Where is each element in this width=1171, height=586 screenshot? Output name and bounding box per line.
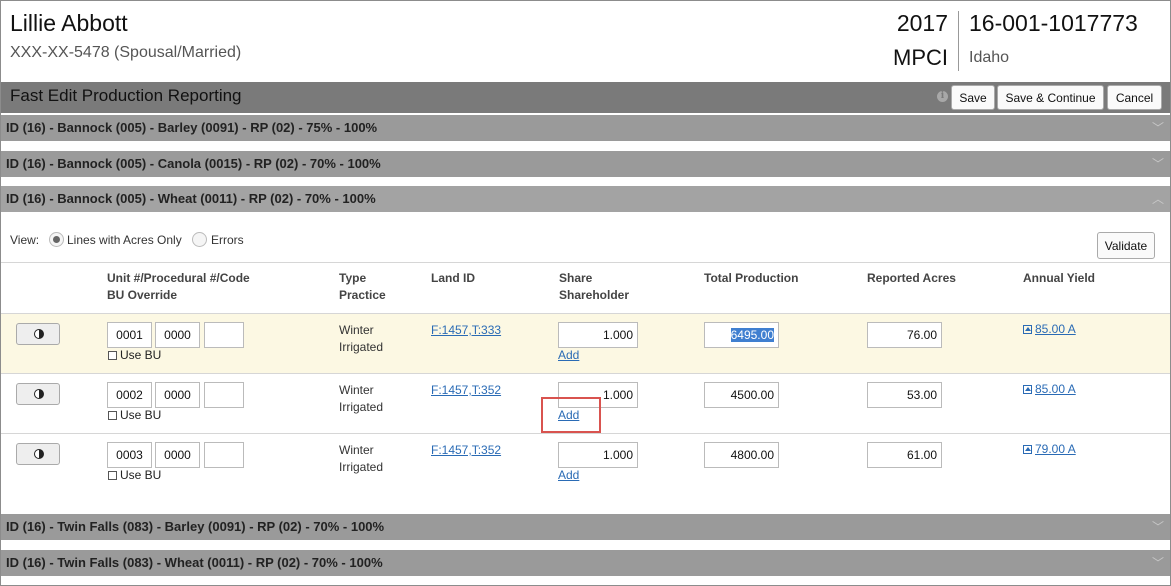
row-practice: Irrigated <box>339 460 384 474</box>
section-label: ID (16) - Twin Falls (083) - Barley (009… <box>6 519 385 534</box>
code-input[interactable] <box>204 382 244 408</box>
view-label: View: <box>10 233 40 247</box>
reported-acres-input[interactable]: 53.00 <box>867 382 942 408</box>
col-total-production: Total Production <box>704 271 799 285</box>
code-input[interactable] <box>204 322 244 348</box>
annual-yield-value: 85.00 A <box>1035 382 1076 396</box>
use-bu-checkbox[interactable] <box>108 471 117 480</box>
reported-acres-input[interactable]: 61.00 <box>867 442 942 468</box>
use-bu-label: Use BU <box>120 408 162 422</box>
col-annual-yield: Annual Yield <box>1023 271 1096 285</box>
share-input[interactable]: 1.000 <box>558 442 638 468</box>
crop-year: 2017 <box>896 10 948 36</box>
radio-errors[interactable] <box>192 232 207 247</box>
info-icon[interactable]: i <box>937 91 948 102</box>
col-bu-override: BU Override <box>107 288 178 302</box>
annual-yield-value: 85.00 A <box>1035 322 1076 336</box>
annotation-highlight-box <box>541 397 601 433</box>
half-circle-icon <box>34 389 44 399</box>
chevron-down-icon: ﹀ <box>1152 121 1165 135</box>
row-practice: Irrigated <box>339 400 384 414</box>
procedural-input[interactable]: 0000 <box>155 442 200 468</box>
section-header-bannock-canola[interactable]: ID (16) - Bannock (005) - Canola (0015) … <box>1 151 1170 177</box>
reported-acres-input[interactable]: 76.00 <box>867 322 942 348</box>
procedural-input[interactable]: 0000 <box>155 322 200 348</box>
radio-lines-with-acres-label: Lines with Acres Only <box>67 233 182 247</box>
up-arrow-box-icon <box>1023 325 1032 334</box>
col-land-id: Land ID <box>431 271 475 285</box>
row-type: Winter <box>339 443 374 457</box>
col-share: Share <box>559 271 593 285</box>
section-label: ID (16) - Bannock (005) - Barley (0091) … <box>6 120 378 135</box>
validate-button[interactable]: Validate <box>1097 232 1155 259</box>
up-arrow-box-icon <box>1023 445 1032 454</box>
chevron-down-icon: ﹀ <box>1152 520 1165 534</box>
cancel-button[interactable]: Cancel <box>1107 85 1162 110</box>
total-production-input[interactable]: 4800.00 <box>704 442 779 468</box>
unit-input[interactable]: 0001 <box>107 322 152 348</box>
customer-ssn: XXX-XX-5478 (Spousal/Married) <box>10 44 242 61</box>
annual-yield-link[interactable]: 79.00 A <box>1023 442 1076 456</box>
total-production-input[interactable]: 6495.00 <box>704 322 779 348</box>
up-arrow-box-icon <box>1023 385 1032 394</box>
half-circle-icon <box>34 449 44 459</box>
use-bu-label: Use BU <box>120 348 162 362</box>
use-bu-label: Use BU <box>120 468 162 482</box>
header-divider <box>958 11 959 71</box>
annual-yield-link[interactable]: 85.00 A <box>1023 322 1076 336</box>
col-shareholder: Shareholder <box>559 288 630 302</box>
row-border <box>1 373 1170 374</box>
procedural-input[interactable]: 0000 <box>155 382 200 408</box>
col-reported-acres: Reported Acres <box>867 271 956 285</box>
total-production-input[interactable]: 4500.00 <box>704 382 779 408</box>
row-toggle-button[interactable] <box>16 443 60 465</box>
customer-name: Lillie Abbott <box>10 10 128 36</box>
row-type: Winter <box>339 383 374 397</box>
section-header-bannock-barley[interactable]: ID (16) - Bannock (005) - Barley (0091) … <box>1 115 1170 141</box>
add-shareholder-link[interactable]: Add <box>558 468 579 482</box>
section-header-twinfalls-wheat[interactable]: ID (16) - Twin Falls (083) - Wheat (0011… <box>1 550 1170 576</box>
section-header-twinfalls-barley[interactable]: ID (16) - Twin Falls (083) - Barley (009… <box>1 514 1170 540</box>
page-title: Fast Edit Production Reporting <box>10 86 242 105</box>
save-continue-button[interactable]: Save & Continue <box>997 85 1104 110</box>
radio-lines-with-acres[interactable] <box>49 232 64 247</box>
annual-yield-value: 79.00 A <box>1035 442 1076 456</box>
policy-number: 16-001-1017773 <box>969 10 1138 36</box>
radio-errors-label: Errors <box>211 233 244 247</box>
use-bu-checkbox[interactable] <box>108 351 117 360</box>
code-input[interactable] <box>204 442 244 468</box>
plan-type: MPCI <box>893 45 948 70</box>
unit-input[interactable]: 0002 <box>107 382 152 408</box>
land-id-link[interactable]: F:1457,T:333 <box>431 323 501 337</box>
section-label: ID (16) - Bannock (005) - Canola (0015) … <box>6 156 381 171</box>
chevron-down-icon: ﹀ <box>1152 157 1165 171</box>
section-label: ID (16) - Bannock (005) - Wheat (0011) -… <box>6 191 376 206</box>
annual-yield-link[interactable]: 85.00 A <box>1023 382 1076 396</box>
col-type: Type <box>339 271 367 285</box>
add-shareholder-link[interactable]: Add <box>558 348 579 362</box>
row-border <box>1 433 1170 434</box>
save-button[interactable]: Save <box>951 85 995 110</box>
row-toggle-button[interactable] <box>16 383 60 405</box>
section-header-bannock-wheat[interactable]: ID (16) - Bannock (005) - Wheat (0011) -… <box>1 186 1170 212</box>
selected-text: 6495.00 <box>730 328 774 342</box>
col-unit: Unit #/Procedural #/Code <box>107 271 250 285</box>
policy-state: Idaho <box>969 49 1010 66</box>
row-toggle-button[interactable] <box>16 323 60 345</box>
land-id-link[interactable]: F:1457,T:352 <box>431 383 501 397</box>
land-id-link[interactable]: F:1457,T:352 <box>431 443 501 457</box>
row-type: Winter <box>339 323 374 337</box>
use-bu-checkbox[interactable] <box>108 411 117 420</box>
chevron-up-icon: ︿ <box>1152 192 1165 206</box>
row-practice: Irrigated <box>339 340 384 354</box>
half-circle-icon <box>34 329 44 339</box>
table-top-border <box>1 262 1170 263</box>
chevron-down-icon: ﹀ <box>1152 556 1165 570</box>
unit-input[interactable]: 0003 <box>107 442 152 468</box>
title-bar: Fast Edit Production Reporting i Save Sa… <box>1 82 1170 113</box>
col-practice: Practice <box>339 288 386 302</box>
share-input[interactable]: 1.000 <box>558 322 638 348</box>
section-label: ID (16) - Twin Falls (083) - Wheat (0011… <box>6 555 383 570</box>
